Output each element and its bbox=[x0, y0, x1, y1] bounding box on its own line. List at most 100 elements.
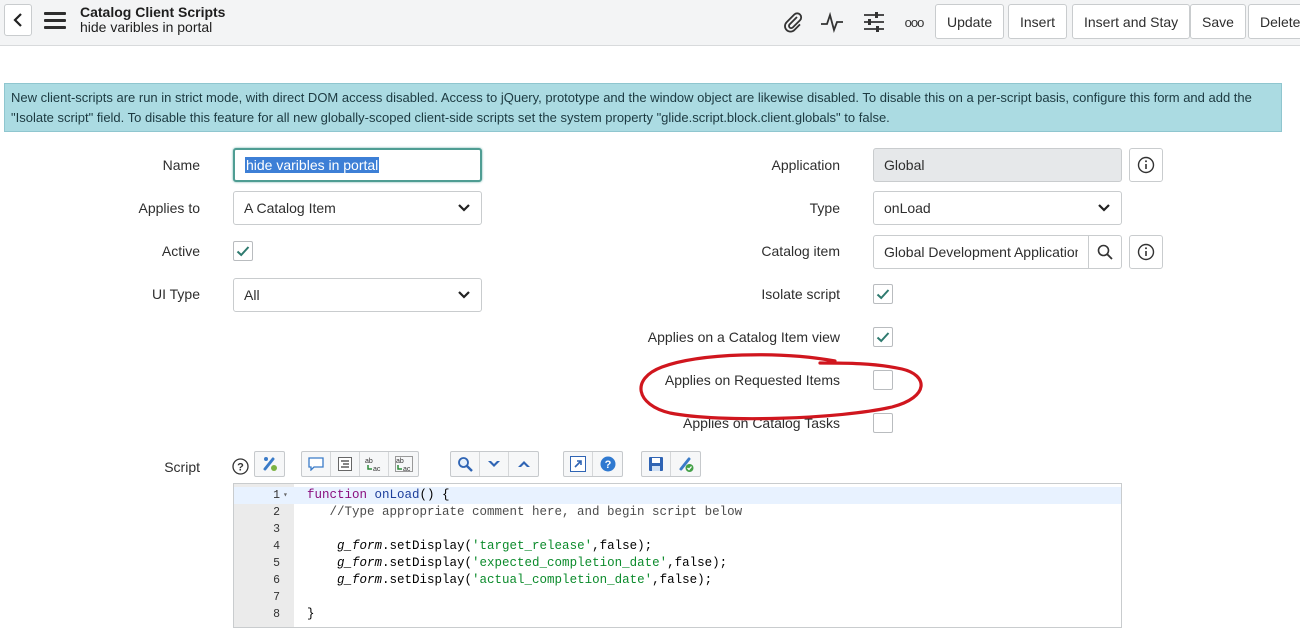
fullscreen-icon[interactable] bbox=[564, 452, 593, 476]
code-line: 2 //Type appropriate comment here, and b… bbox=[234, 504, 1121, 521]
applies-to-select[interactable]: A Catalog Item bbox=[233, 191, 482, 225]
type-select[interactable]: onLoad bbox=[873, 191, 1122, 225]
back-icon bbox=[13, 13, 22, 27]
strict-mode-notice: New client-scripts are run in strict mod… bbox=[4, 83, 1282, 132]
search-icon[interactable] bbox=[451, 452, 480, 476]
annotation-ellipse bbox=[639, 353, 923, 421]
line-number: 6 bbox=[273, 574, 280, 587]
svg-text:?: ? bbox=[604, 459, 611, 471]
line-number: 1 bbox=[273, 489, 280, 502]
chevron-down-icon bbox=[458, 204, 470, 212]
line-number: 2 bbox=[273, 506, 280, 519]
script-toolbar-group-4: ? bbox=[563, 451, 623, 477]
svg-text:ab: ab bbox=[396, 458, 404, 465]
type-value: onLoad bbox=[884, 200, 931, 216]
line-number: 5 bbox=[273, 557, 280, 570]
comment-icon[interactable] bbox=[302, 452, 331, 476]
insert-and-stay-button[interactable]: Insert and Stay bbox=[1072, 4, 1191, 39]
line-number: 7 bbox=[273, 591, 280, 604]
fold-arrow-icon[interactable]: ▾ bbox=[283, 487, 288, 504]
active-label: Active bbox=[161, 243, 200, 259]
sliders-icon[interactable] bbox=[862, 10, 886, 34]
script-editor[interactable]: 1 ▾ function onLoad() { 2 //Type appropr… bbox=[233, 483, 1122, 628]
active-checkbox[interactable] bbox=[233, 241, 253, 261]
script-label: Script bbox=[164, 459, 200, 475]
menu-icon[interactable] bbox=[44, 12, 66, 30]
help-icon[interactable]: ? bbox=[232, 458, 249, 475]
ui-type-select[interactable]: All bbox=[233, 278, 482, 312]
catalog-item-info-button[interactable] bbox=[1129, 235, 1163, 269]
svg-text:ac: ac bbox=[403, 466, 411, 472]
chevron-down-icon bbox=[458, 291, 470, 299]
delete-button[interactable]: Delete bbox=[1248, 4, 1300, 39]
applies-to-label: Applies to bbox=[138, 200, 200, 216]
svg-text:ac: ac bbox=[373, 466, 381, 472]
script-toolbar-group-3 bbox=[450, 451, 539, 477]
code-line: 8 } bbox=[234, 606, 1121, 623]
code-line: 6 g_form.setDisplay('actual_completion_d… bbox=[234, 572, 1121, 589]
record-type-title: Catalog Client Scripts bbox=[80, 4, 226, 20]
application-label: Application bbox=[771, 157, 841, 173]
back-button[interactable] bbox=[4, 4, 32, 36]
save-button[interactable]: Save bbox=[1190, 4, 1246, 39]
activity-icon[interactable] bbox=[820, 10, 844, 34]
application-field: Global bbox=[873, 148, 1122, 182]
line-number: 4 bbox=[273, 540, 280, 553]
name-value: hide varibles in portal bbox=[245, 157, 380, 173]
svg-text:?: ? bbox=[237, 462, 244, 474]
catalog-item-label: Catalog item bbox=[761, 243, 840, 259]
name-input[interactable]: hide varibles in portal bbox=[233, 148, 482, 182]
isolate-script-checkbox[interactable] bbox=[873, 284, 893, 304]
replace-icon[interactable]: ab ac bbox=[360, 452, 389, 476]
info-icon bbox=[1137, 243, 1155, 261]
insert-button[interactable]: Insert bbox=[1008, 4, 1068, 39]
chevron-down-icon bbox=[1098, 204, 1110, 212]
replace-all-icon[interactable]: ab ac bbox=[389, 452, 418, 476]
code-text: g_form.setDisplay('expected_completion_d… bbox=[337, 556, 728, 570]
svg-text:ab: ab bbox=[365, 458, 373, 465]
prev-icon[interactable] bbox=[509, 452, 538, 476]
format-icon[interactable] bbox=[331, 452, 360, 476]
search-icon bbox=[1097, 244, 1113, 260]
application-info-button[interactable] bbox=[1129, 148, 1163, 182]
script-include-icon[interactable] bbox=[255, 452, 284, 476]
more-icon[interactable]: ooo bbox=[900, 10, 928, 34]
code-text: function onLoad() { bbox=[307, 488, 450, 502]
code-text: g_form.setDisplay('actual_completion_dat… bbox=[337, 573, 713, 587]
script-toolbar-group-1 bbox=[254, 451, 285, 477]
code-line: 7 bbox=[234, 589, 1121, 606]
code-text: //Type appropriate comment here, and beg… bbox=[307, 505, 743, 519]
script-toolbar-group-5 bbox=[641, 451, 701, 477]
code-line: 4 g_form.setDisplay('target_release',fal… bbox=[234, 538, 1121, 555]
catalog-item-lookup-button[interactable] bbox=[1088, 235, 1122, 269]
check-icon bbox=[876, 332, 890, 343]
paperclip-icon[interactable] bbox=[781, 10, 805, 34]
save-icon[interactable] bbox=[642, 452, 671, 476]
application-value: Global bbox=[884, 157, 925, 173]
syntax-check-icon[interactable] bbox=[671, 452, 700, 476]
ui-type-value: All bbox=[244, 287, 260, 303]
line-number: 3 bbox=[273, 523, 280, 536]
code-line: 1 ▾ function onLoad() { bbox=[234, 487, 1121, 504]
check-icon bbox=[876, 289, 890, 300]
applies-to-value: A Catalog Item bbox=[244, 200, 336, 216]
code-text: } bbox=[307, 607, 315, 621]
name-label: Name bbox=[162, 157, 200, 173]
help-circle-icon[interactable]: ? bbox=[593, 452, 622, 476]
page-title: Catalog Client Scripts hide varibles in … bbox=[80, 5, 225, 35]
catalog-item-input[interactable]: Global Development Application bbox=[873, 235, 1089, 269]
applies-catalog-item-view-label: Applies on a Catalog Item view bbox=[647, 329, 840, 345]
code-line: 5 g_form.setDisplay('expected_completion… bbox=[234, 555, 1121, 572]
form-header: Catalog Client Scripts hide varibles in … bbox=[0, 0, 1300, 46]
catalog-item-value: Global Development Application bbox=[884, 244, 1078, 260]
isolate-script-label: Isolate script bbox=[761, 286, 840, 302]
applies-catalog-item-view-checkbox[interactable] bbox=[873, 327, 893, 347]
code-text: g_form.setDisplay('target_release',false… bbox=[337, 539, 653, 553]
next-icon[interactable] bbox=[480, 452, 509, 476]
ui-type-label: UI Type bbox=[152, 286, 200, 302]
script-toolbar-group-2: ab ac ab ac bbox=[301, 451, 419, 477]
code-line: 3 bbox=[234, 521, 1121, 538]
update-button[interactable]: Update bbox=[935, 4, 1005, 39]
check-icon bbox=[236, 246, 250, 257]
record-name-title: hide varibles in portal bbox=[80, 19, 213, 35]
